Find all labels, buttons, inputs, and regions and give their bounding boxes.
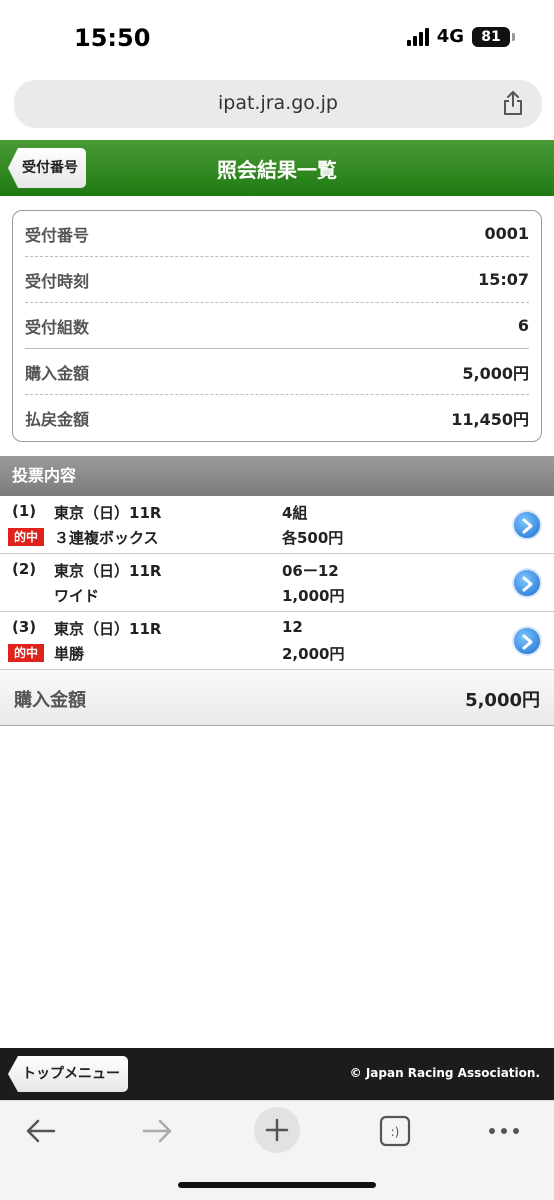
detail-arrow-icon[interactable]	[512, 626, 542, 656]
bet-type: ワイド	[54, 587, 100, 605]
forward-arrow-icon[interactable]	[136, 1111, 180, 1151]
battery-icon: 81	[472, 26, 515, 47]
summary-row: 受付番号 0001	[25, 211, 529, 257]
back-arrow-icon[interactable]	[18, 1111, 62, 1151]
hit-badge: 的中	[8, 528, 44, 546]
more-menu-icon[interactable]	[482, 1111, 526, 1151]
bet-combo: 12	[282, 618, 303, 636]
section-header: 投票内容	[0, 456, 554, 496]
hit-badge: 的中	[8, 644, 44, 662]
tabs-icon[interactable]: :)	[374, 1111, 418, 1151]
summary-row: 購入金額 5,000円	[25, 349, 529, 395]
bet-type: 単勝	[54, 645, 85, 663]
bet-venue: 東京（日）11R	[54, 620, 162, 638]
bet-row[interactable]: (3) 的中 東京（日）11R 単勝 12 2,000円	[0, 612, 554, 670]
bet-number: (3)	[12, 618, 37, 636]
detail-arrow-icon[interactable]	[512, 510, 542, 540]
network-type: 4G	[436, 26, 464, 47]
page-header: 受付番号 照会結果一覧	[0, 140, 554, 196]
bet-row[interactable]: (2) 東京（日）11R ワイド 06ー12 1,000円	[0, 554, 554, 612]
bet-combo: 4組	[282, 504, 308, 522]
status-indicators: 4G 81	[406, 26, 515, 47]
detail-arrow-icon[interactable]	[512, 568, 542, 598]
url-bar[interactable]: ipat.jra.go.jp	[14, 80, 542, 128]
summary-row: 受付組数 6	[25, 303, 529, 349]
status-time: 15:50	[74, 24, 151, 52]
summary-value: 5,000円	[462, 363, 529, 383]
page-title: 照会結果一覧	[217, 158, 337, 182]
footer: トップメニュー © Japan Racing Association.	[0, 1048, 554, 1100]
summary-row: 受付時刻 15:07	[25, 257, 529, 303]
bet-number: (1)	[12, 502, 37, 520]
new-tab-plus-icon[interactable]	[254, 1107, 300, 1153]
summary-box: 受付番号 0001 受付時刻 15:07 受付組数 6 購入金額 5,000円 …	[12, 210, 542, 442]
bet-venue: 東京（日）11R	[54, 562, 162, 580]
top-menu-button[interactable]: トップメニュー	[8, 1056, 128, 1092]
summary-label: 受付番号	[25, 225, 90, 245]
total-row: 購入金額 5,000円	[0, 670, 554, 726]
status-bar: 15:50 4G 81	[0, 0, 554, 76]
total-label: 購入金額	[14, 690, 86, 711]
summary-label: 受付組数	[25, 317, 90, 337]
copyright: © Japan Racing Association.	[349, 1066, 540, 1080]
summary-value: 11,450円	[451, 410, 529, 429]
summary-label: 払戻金額	[25, 410, 90, 429]
signal-icon	[406, 27, 429, 46]
bet-amount: 2,000円	[282, 645, 345, 663]
url-text[interactable]: ipat.jra.go.jp	[14, 92, 542, 114]
share-icon[interactable]	[502, 90, 524, 120]
bet-venue: 東京（日）11R	[54, 504, 162, 522]
bet-number: (2)	[12, 560, 37, 578]
bet-type: ３連複ボックス	[54, 529, 159, 547]
bet-amount: 各500円	[282, 529, 344, 547]
summary-label: 購入金額	[25, 363, 90, 383]
summary-label: 受付時刻	[25, 271, 90, 291]
summary-row: 払戻金額 11,450円	[25, 395, 529, 441]
total-value: 5,000円	[465, 690, 540, 711]
summary-value: 15:07	[478, 270, 529, 289]
summary-value: 0001	[484, 224, 529, 243]
svg-text::): :)	[391, 1125, 400, 1139]
bet-amount: 1,000円	[282, 587, 345, 605]
bet-row[interactable]: (1) 的中 東京（日）11R ３連複ボックス 4組 各500円	[0, 496, 554, 554]
bet-combo: 06ー12	[282, 562, 339, 580]
home-indicator	[178, 1182, 376, 1188]
summary-value: 6	[517, 316, 529, 335]
